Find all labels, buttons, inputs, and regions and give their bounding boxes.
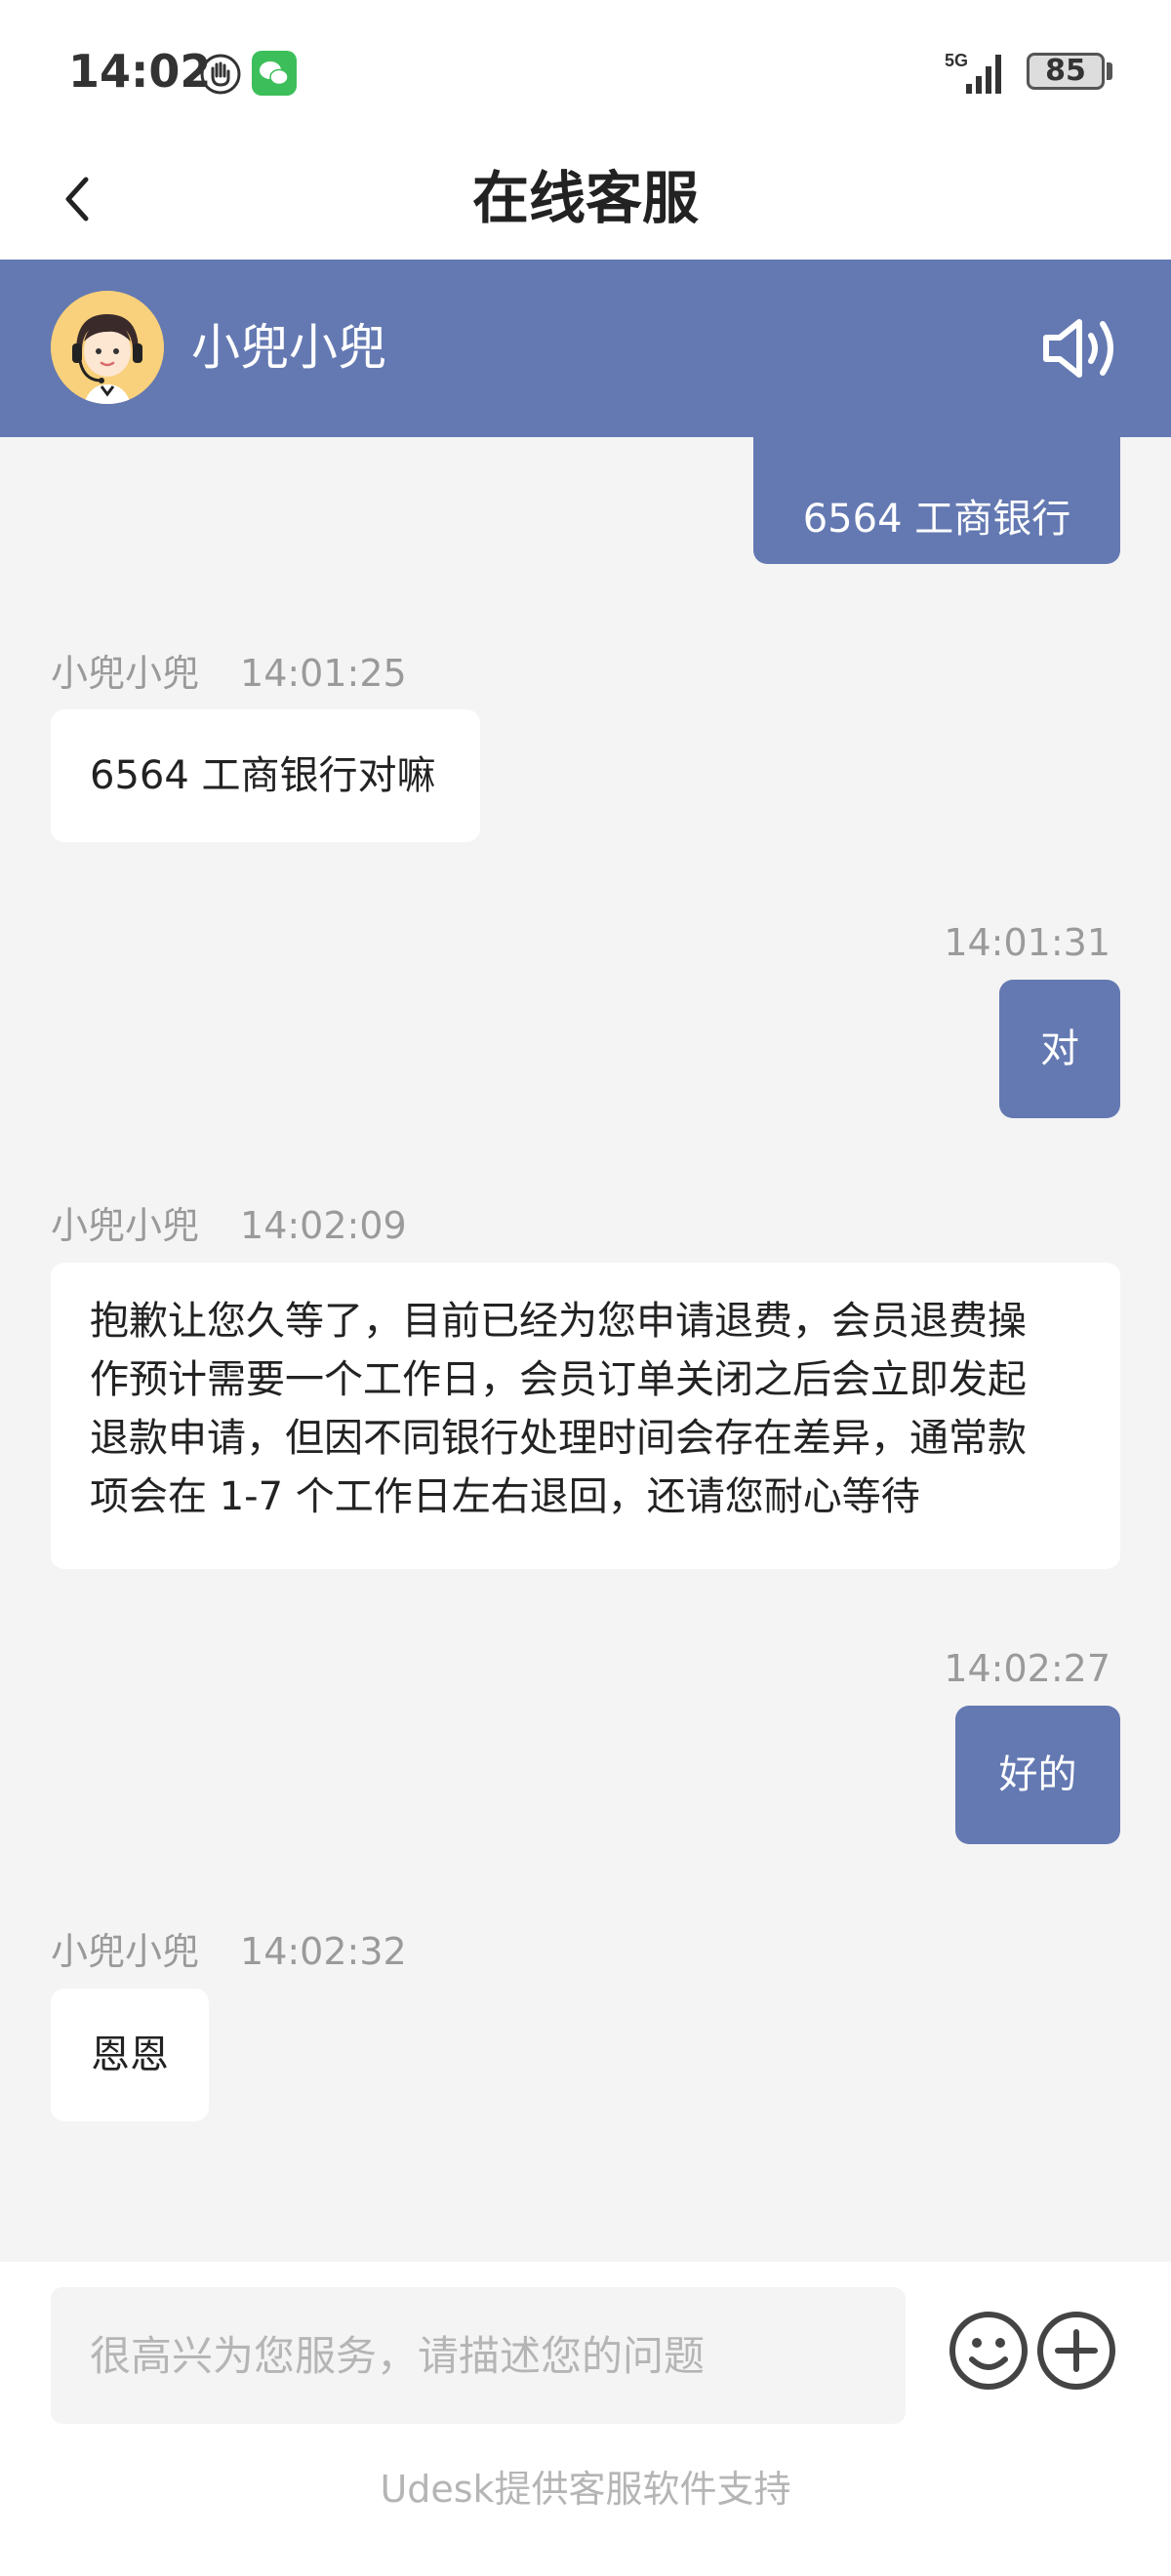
message-text: 对 (1040, 1026, 1079, 1071)
message-text: 恩恩 (91, 2033, 169, 2077)
sender-name: 小兜小兜 (51, 652, 200, 695)
back-button[interactable] (49, 156, 127, 240)
battery-cap (1107, 62, 1112, 80)
message-meta: 小兜小兜 14:02:32 (51, 1928, 407, 1975)
hand-icon (199, 53, 242, 96)
status-time: 14:02 (68, 45, 212, 98)
timestamp: 14:02:09 (240, 1204, 407, 1247)
network-label: 5G (945, 51, 968, 70)
speaker-icon (1043, 319, 1113, 378)
message-text: 6564 工商银行 (802, 497, 1071, 542)
avatar (51, 291, 164, 404)
signal-icon: 5G (945, 49, 1011, 96)
back-icon (65, 177, 89, 221)
speaker-button[interactable] (1040, 306, 1124, 390)
message-line: 退款申请，但因不同银行处理时间会存在差异，通常款 (90, 1416, 1027, 1461)
nav-bar: 在线客服 (0, 137, 1171, 260)
emoji-button[interactable] (947, 2309, 1030, 2393)
wechat-icon (252, 51, 297, 96)
message-meta: 小兜小兜 14:01:25 (51, 650, 407, 697)
message-text: 好的 (998, 1752, 1077, 1797)
plus-button[interactable] (1034, 2309, 1118, 2393)
message-bubble-outgoing: 6564 工商银行 (753, 437, 1120, 564)
timestamp: 14:01:25 (240, 652, 407, 695)
message-bubble-outgoing: 好的 (955, 1706, 1120, 1844)
message-line: 项会在 1-7 个工作日左右退回，还请您耐心等待 (90, 1474, 920, 1519)
message-bubble-incoming: 6564 工商银行对嘛 (51, 709, 480, 842)
message-bubble-incoming: 恩恩 (51, 1989, 209, 2121)
footer-text: Udesk提供客服软件支持 (380, 2468, 791, 2511)
message-line: 作预计需要一个工作日，会员订单关闭之后会立即发起 (90, 1357, 1027, 1402)
sender-name: 小兜小兜 (51, 1204, 200, 1247)
battery-icon: 85 (1027, 53, 1105, 90)
chat-area[interactable]: 6564 工商银行 小兜小兜 14:01:25 6564 工商银行对嘛 14:01… (0, 437, 1171, 2262)
agent-name: 小兜小兜 (191, 319, 386, 376)
input-bar: Udesk提供客服软件支持 (0, 2262, 1171, 2576)
message-bubble-incoming: 抱歉让您久等了，目前已经为您申请退费，会员退费操 作预计需要一个工作日，会员订单… (51, 1263, 1120, 1569)
timestamp: 14:02:27 (944, 1647, 1110, 1690)
plus-icon (1037, 2312, 1115, 2390)
timestamp: 14:02:32 (240, 1930, 407, 1973)
message-text: 6564 工商银行对嘛 (90, 753, 436, 798)
emoji-icon (949, 2312, 1028, 2390)
timestamp: 14:01:31 (944, 921, 1110, 964)
sender-name: 小兜小兜 (51, 1930, 200, 1973)
message-bubble-outgoing: 对 (999, 980, 1120, 1118)
message-input[interactable] (51, 2287, 906, 2424)
page-title: 在线客服 (471, 165, 699, 231)
agent-header: 小兜小兜 (0, 260, 1171, 437)
message-meta: 小兜小兜 14:02:09 (51, 1202, 407, 1249)
message-line: 抱歉让您久等了，目前已经为您申请退费，会员退费操 (90, 1299, 1027, 1344)
status-bar: 14:02 5G 85 (0, 0, 1171, 137)
